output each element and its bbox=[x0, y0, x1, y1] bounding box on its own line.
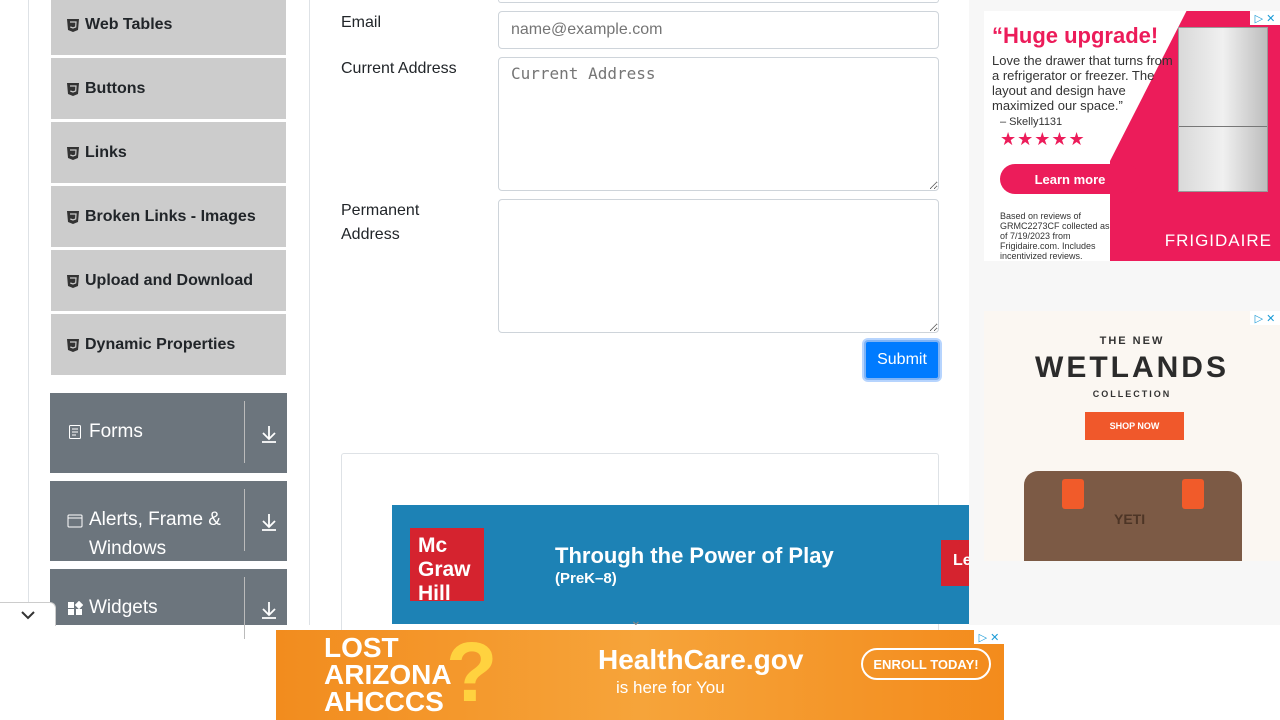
submit-button[interactable]: Submit bbox=[864, 340, 940, 380]
ad-cta[interactable]: Le bbox=[941, 540, 969, 586]
ad-title: “Huge upgrade! bbox=[992, 23, 1159, 48]
ad-quote: Love the drawer that turns from a refrig… bbox=[992, 53, 1173, 113]
learn-more-button[interactable]: Learn more bbox=[1000, 164, 1140, 194]
sidebar-item-label: Upload and Download bbox=[85, 271, 253, 289]
email-field[interactable] bbox=[498, 11, 939, 49]
download-arrow-icon[interactable] bbox=[260, 600, 278, 620]
ad-left-text: LOST ARIZONA AHCCCS bbox=[324, 634, 452, 717]
sidebar-item-buttons[interactable]: Buttons bbox=[51, 58, 286, 120]
group-alerts-frame-windows[interactable]: Alerts, Frame & Windows bbox=[50, 481, 287, 561]
html5-icon bbox=[67, 82, 79, 96]
group-label: Forms bbox=[89, 421, 143, 442]
sidebar-item-upload-download[interactable]: Upload and Download bbox=[51, 250, 286, 312]
html5-icon bbox=[67, 210, 79, 224]
frigidaire-logo: FRIGIDAIRE bbox=[1164, 231, 1272, 250]
cooler-latch bbox=[1182, 479, 1204, 509]
sidebar-item-label: Links bbox=[85, 143, 127, 161]
group-widgets[interactable]: Widgets bbox=[50, 569, 287, 639]
enroll-today-button[interactable]: ENROLL TODAY! bbox=[861, 648, 991, 680]
download-arrow-icon[interactable] bbox=[260, 424, 278, 444]
sidebar-item-label: Buttons bbox=[85, 79, 146, 97]
question-mark-icon: ? bbox=[446, 630, 498, 719]
group-label: Alerts, Frame & bbox=[89, 509, 221, 530]
permanent-address-field[interactable] bbox=[498, 199, 939, 333]
sidebar-item-label: Broken Links - Images bbox=[85, 207, 256, 225]
permanent-address-label-line1: Permanent bbox=[341, 202, 420, 219]
document-icon bbox=[69, 425, 81, 439]
html5-icon bbox=[67, 18, 79, 32]
cooler-latch bbox=[1062, 479, 1084, 509]
email-label: Email bbox=[341, 14, 382, 31]
sidebar-item-dynamic-properties[interactable]: Dynamic Properties bbox=[51, 314, 286, 376]
ad-title: Through the Power of Play bbox=[555, 543, 834, 568]
cooler-image: YETI bbox=[1024, 471, 1242, 561]
permanent-address-label-line2: Address bbox=[341, 226, 400, 243]
html5-icon bbox=[67, 146, 79, 160]
collapse-toggle[interactable] bbox=[0, 602, 56, 626]
healthcare-gov-ad[interactable]: LOST ARIZONA AHCCCS ? HealthCare.gov is he… bbox=[276, 630, 1004, 720]
divider bbox=[244, 577, 245, 639]
divider bbox=[244, 489, 245, 551]
ad-kicker: THE NEW bbox=[1099, 335, 1165, 347]
sidebar-divider bbox=[309, 0, 310, 625]
shop-now-button[interactable]: SHOP NOW bbox=[1085, 412, 1184, 440]
sidebar-item-web-tables[interactable]: Web Tables bbox=[51, 0, 286, 56]
name-input-bottom-edge bbox=[498, 0, 939, 3]
current-address-label: Current Address bbox=[341, 60, 457, 77]
ad-subtitle: COLLECTION bbox=[1092, 389, 1172, 399]
adchoices-icon[interactable]: ▷ ✕ bbox=[1250, 11, 1280, 25]
widgets-icon bbox=[68, 601, 83, 615]
mcgraw-hill-ad[interactable]: Mc Graw Hill Through the Power of Play (Pr… bbox=[392, 505, 969, 624]
html5-icon bbox=[67, 274, 79, 288]
ad-subtitle: is here for You bbox=[616, 678, 725, 697]
yeti-logo: YETI bbox=[1114, 511, 1146, 527]
ad-title: HealthCare.gov bbox=[598, 644, 804, 675]
html5-icon bbox=[67, 338, 79, 352]
download-arrow-icon[interactable] bbox=[260, 512, 278, 532]
sidebar-item-links[interactable]: Links bbox=[51, 122, 286, 184]
sidebar-item-broken-links[interactable]: Broken Links - Images bbox=[51, 186, 286, 248]
permanent-address-label: Permanent Address bbox=[341, 199, 419, 247]
ad-fine-print: Based on reviews of GRMC2273CF collected… bbox=[1000, 211, 1110, 261]
yeti-ad[interactable]: THE NEW WETLANDS COLLECTION SHOP NOW YET… bbox=[984, 311, 1280, 561]
group-label-line2: Windows bbox=[89, 538, 167, 559]
divider bbox=[244, 401, 245, 463]
window-icon bbox=[67, 514, 83, 528]
star-rating-icon: ★★★★★ bbox=[1000, 129, 1086, 149]
ad-left-text-line3: AHCCCS bbox=[324, 686, 444, 717]
sidebar-item-label: Dynamic Properties bbox=[85, 335, 236, 353]
adchoices-icon[interactable]: ▷ ✕ bbox=[974, 630, 1004, 644]
group-forms[interactable]: Forms bbox=[50, 393, 287, 473]
ad-title: WETLANDS bbox=[1035, 351, 1229, 384]
mcgraw-hill-logo: Mc Graw Hill bbox=[410, 528, 484, 605]
ad-chevron-icon[interactable]: ⌄ bbox=[630, 612, 642, 629]
frigidaire-ad[interactable]: “Huge upgrade! Love the drawer that turn… bbox=[984, 11, 1280, 261]
sidebar-item-label: Web Tables bbox=[85, 15, 173, 33]
left-border bbox=[28, 0, 29, 625]
ad-subtitle: (PreK–8) bbox=[555, 570, 617, 587]
ad-author: – Skelly1131 bbox=[1000, 116, 1063, 128]
adchoices-icon[interactable]: ▷ ✕ bbox=[1250, 311, 1280, 325]
chevron-down-icon bbox=[20, 610, 35, 619]
current-address-field[interactable] bbox=[498, 57, 939, 191]
refrigerator-image bbox=[1178, 27, 1268, 192]
group-label: Widgets bbox=[89, 597, 158, 618]
